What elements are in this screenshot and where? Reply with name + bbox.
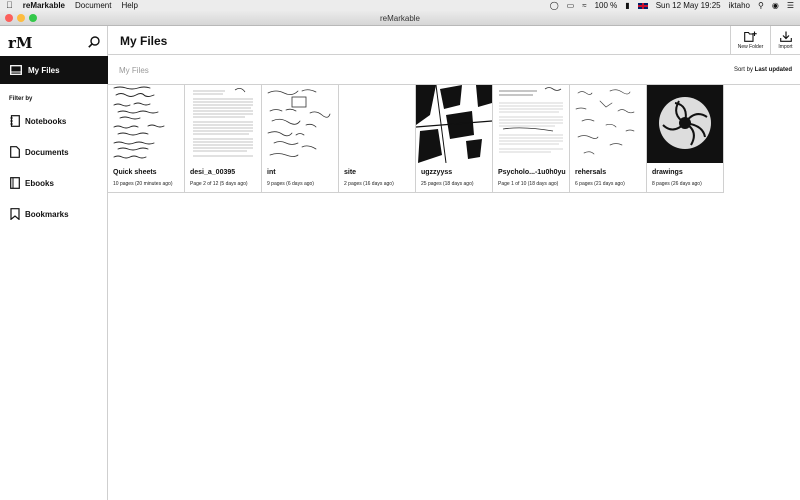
file-card-psychology[interactable]: Psycholo...-1u0h0yu Page 1 of 10 (18 day… xyxy=(493,85,570,193)
new-folder-button[interactable]: New Folder xyxy=(730,26,770,55)
ebook-icon xyxy=(10,177,20,189)
file-meta: 9 pages (6 days ago) xyxy=(267,181,314,187)
file-meta: 10 pages (20 minutes ago) xyxy=(113,181,173,187)
siri-icon[interactable]: ◉ xyxy=(772,0,779,11)
airplay-icon[interactable]: ▭ xyxy=(567,0,575,11)
file-thumbnail xyxy=(262,85,338,163)
traffic-lights xyxy=(5,14,37,22)
close-window-button[interactable] xyxy=(5,14,13,22)
sort-selector[interactable]: Sort by Last updated xyxy=(734,67,792,73)
page-header: My Files New Folder Import xyxy=(108,26,800,55)
sidebar-item-ebooks[interactable]: Ebooks xyxy=(10,177,54,189)
clock[interactable]: Sun 12 May 19:25 xyxy=(656,0,721,11)
file-card-drawings[interactable]: drawings 8 pages (26 days ago) xyxy=(647,85,724,193)
file-name: ugzzyyss xyxy=(421,169,453,176)
file-thumbnail xyxy=(493,85,569,163)
user-name[interactable]: iktaho xyxy=(729,0,750,11)
file-name: drawings xyxy=(652,169,683,176)
sidebar-item-label: Documents xyxy=(25,147,69,157)
breadcrumb[interactable]: My Files xyxy=(119,66,149,75)
file-name: desi_a_00395 xyxy=(190,169,236,176)
battery-icon[interactable]: ▮ xyxy=(625,0,629,11)
sidebar-item-bookmarks[interactable]: Bookmarks xyxy=(10,208,69,220)
file-card-desi[interactable]: desi_a_00395 Page 2 of 12 (5 days ago) xyxy=(185,85,262,193)
menu-bar:  reMarkable Document Help ◯ ▭ ≈ 100 % ▮… xyxy=(0,0,800,11)
menu-help[interactable]: Help xyxy=(121,0,137,11)
page-title: My Files xyxy=(120,34,168,48)
toolbar: My Files Sort by Last updated xyxy=(108,55,800,85)
main-content: My Files New Folder Import My Files Sort… xyxy=(108,26,800,500)
sidebar-item-documents[interactable]: Documents xyxy=(10,146,69,158)
input-source-flag-icon[interactable] xyxy=(637,2,648,9)
file-thumbnail xyxy=(570,85,646,163)
file-thumbnail xyxy=(416,85,492,163)
file-name: rehersals xyxy=(575,169,607,176)
notification-center-icon[interactable]: ☰ xyxy=(787,0,794,11)
sidebar-item-label: Bookmarks xyxy=(25,209,69,219)
menu-app-name[interactable]: reMarkable xyxy=(23,0,65,11)
zoom-window-button[interactable] xyxy=(29,14,37,22)
battery-percent[interactable]: 100 % xyxy=(595,0,618,11)
file-name: int xyxy=(267,169,276,176)
minimize-window-button[interactable] xyxy=(17,14,25,22)
file-meta: 2 pages (16 days ago) xyxy=(344,181,394,187)
status-area: ◯ ▭ ≈ 100 % ▮ Sun 12 May 19:25 iktaho ⚲ … xyxy=(550,0,800,11)
wifi-icon[interactable]: ≈ xyxy=(582,0,586,11)
sidebar: rM My Files Filter by Notebooks Document… xyxy=(0,26,108,500)
file-thumbnail xyxy=(108,85,184,163)
tablet-icon xyxy=(10,65,22,75)
sidebar-item-notebooks[interactable]: Notebooks xyxy=(10,115,66,127)
search-icon[interactable] xyxy=(88,36,100,48)
file-card-rehersals[interactable]: rehersals 6 pages (21 days ago) xyxy=(570,85,647,193)
import-label: Import xyxy=(778,44,793,50)
file-card-ugzzyyss[interactable]: ugzzyyss 25 pages (18 days ago) xyxy=(416,85,493,193)
sort-value: Last updated xyxy=(754,67,792,73)
file-thumbnail xyxy=(185,85,261,163)
filter-heading: Filter by xyxy=(9,96,33,102)
notebook-icon xyxy=(10,115,20,127)
window-titlebar: reMarkable xyxy=(0,11,800,26)
sidebar-item-label: My Files xyxy=(28,65,60,75)
file-card-int[interactable]: int 9 pages (6 days ago) xyxy=(262,85,339,193)
sidebar-item-label: Notebooks xyxy=(25,116,67,126)
menu-document[interactable]: Document xyxy=(75,0,111,11)
window-title: reMarkable xyxy=(379,14,420,23)
file-meta: Page 1 of 10 (18 days ago) xyxy=(498,181,559,187)
document-icon xyxy=(10,146,20,158)
file-meta: 25 pages (18 days ago) xyxy=(421,181,474,187)
file-thumbnail xyxy=(339,85,415,163)
file-name: Quick sheets xyxy=(113,169,157,176)
file-meta: 8 pages (26 days ago) xyxy=(652,181,702,187)
file-thumbnail xyxy=(647,85,723,163)
sidebar-item-my-files[interactable]: My Files xyxy=(0,56,108,84)
app-logo: rM xyxy=(8,34,33,52)
file-card-quick-sheets[interactable]: Quick sheets 10 pages (20 minutes ago) xyxy=(108,85,185,193)
apple-icon[interactable]:  xyxy=(6,0,13,11)
download-icon xyxy=(779,31,792,42)
file-name: Psycholo...-1u0h0yu xyxy=(498,169,566,176)
new-folder-icon xyxy=(744,31,757,42)
bookmark-icon xyxy=(10,208,20,220)
accessibility-icon[interactable]: ◯ xyxy=(550,0,559,11)
file-meta: Page 2 of 12 (5 days ago) xyxy=(190,181,248,187)
file-meta: 6 pages (21 days ago) xyxy=(575,181,625,187)
file-grid: Quick sheets 10 pages (20 minutes ago) d… xyxy=(108,85,724,193)
sort-prefix: Sort by xyxy=(733,67,753,73)
new-folder-label: New Folder xyxy=(737,44,764,50)
file-card-site[interactable]: site 2 pages (16 days ago) xyxy=(339,85,416,193)
file-name: site xyxy=(344,169,357,176)
import-button[interactable]: Import xyxy=(770,26,800,55)
sidebar-item-label: Ebooks xyxy=(25,178,54,188)
spotlight-icon[interactable]: ⚲ xyxy=(758,0,764,11)
